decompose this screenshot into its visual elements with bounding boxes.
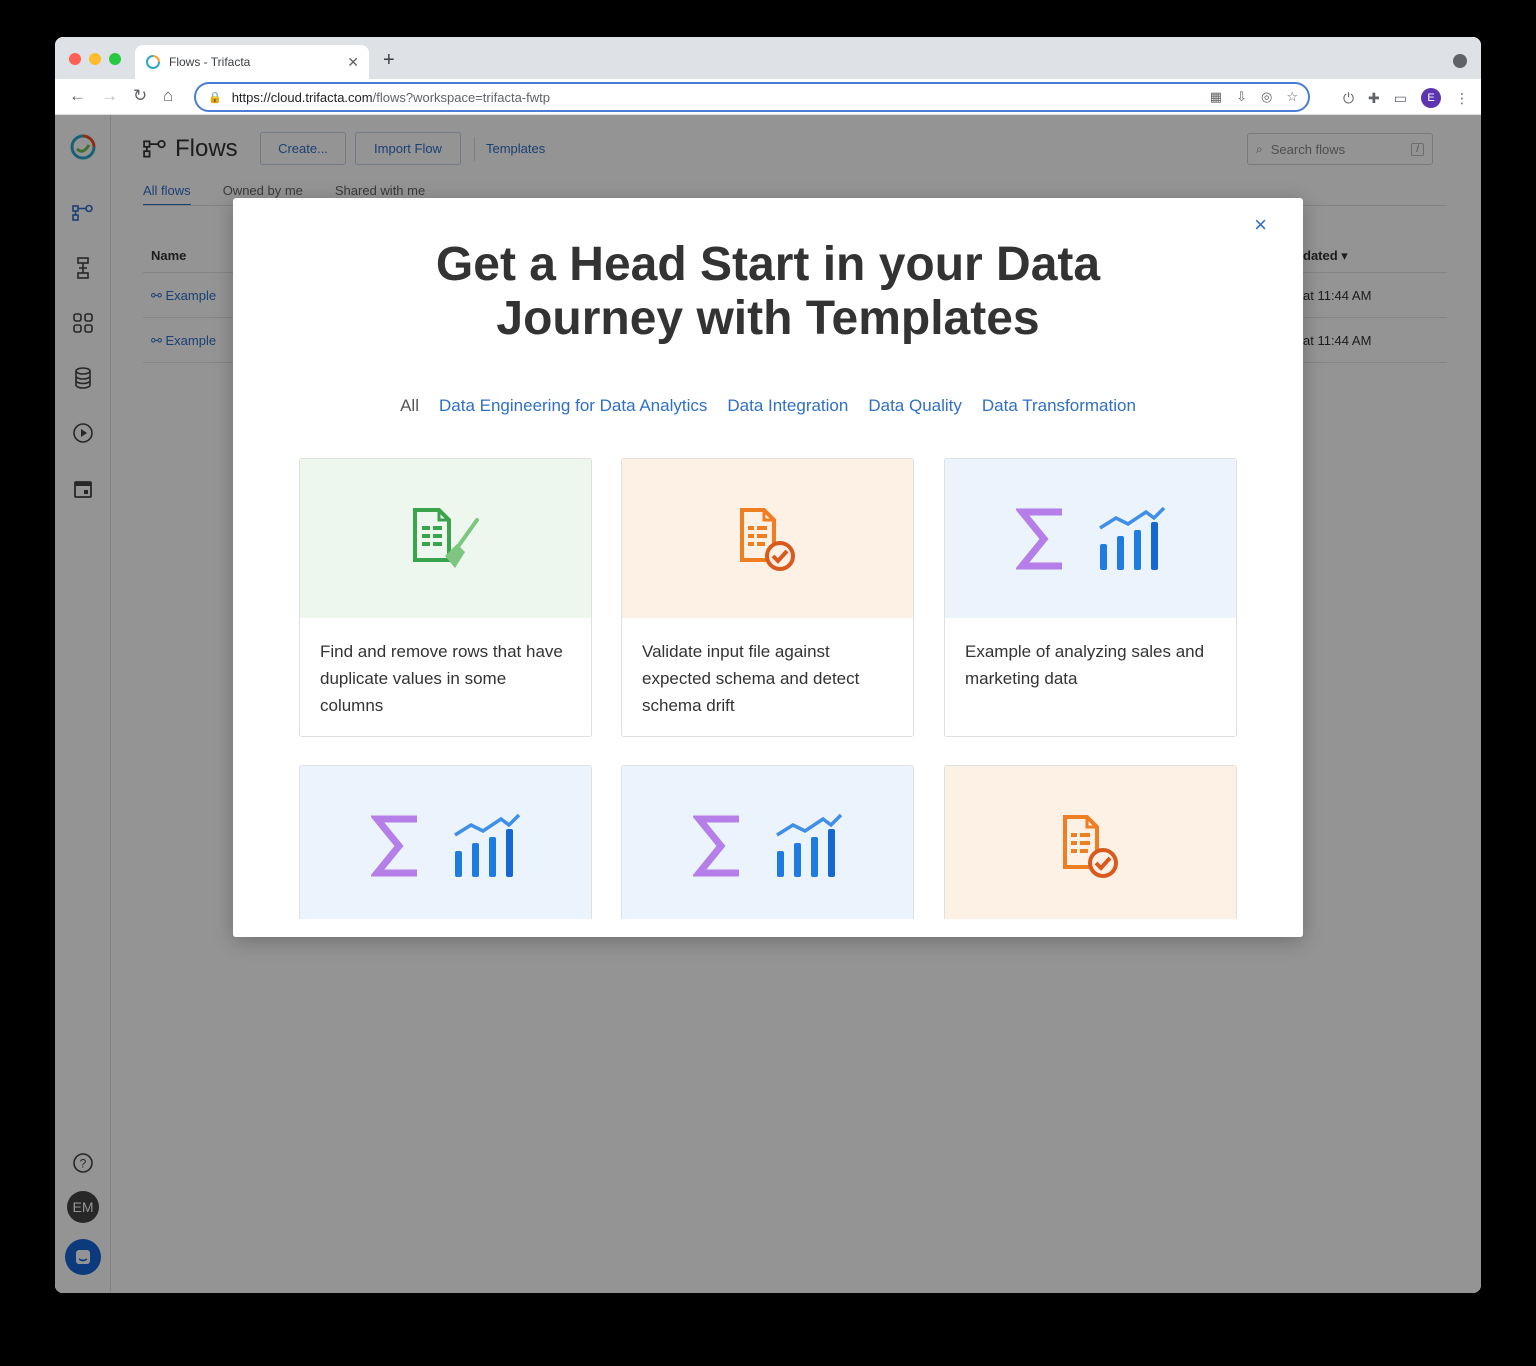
card-hero <box>300 459 591 618</box>
card-description: Find and remove rows that have duplicate… <box>320 642 563 715</box>
maximize-window-button[interactable] <box>109 53 121 65</box>
forward-icon[interactable]: → <box>101 86 118 106</box>
card-description: Example of analyzing sales and marketing… <box>965 642 1205 688</box>
template-card[interactable]: Validate input file against expected sch… <box>621 458 914 737</box>
minimize-window-button[interactable] <box>89 53 101 65</box>
sigma-icon <box>370 815 417 876</box>
document-broom-icon <box>412 507 479 568</box>
card-hero <box>945 766 1236 925</box>
home-icon[interactable]: ⌂ <box>163 86 173 106</box>
template-category-filters: All Data Engineering for Data Analytics … <box>233 396 1303 416</box>
cast-icon[interactable]: ▭ <box>1394 90 1407 107</box>
bar-chart-icon <box>453 813 520 877</box>
tab-strip: Flows - Trifacta ✕ + <box>55 37 1481 79</box>
template-card[interactable]: Example of analyzing sales and marketing… <box>944 458 1237 737</box>
trifacta-favicon-icon <box>146 55 160 69</box>
menu-kebab-icon[interactable]: ⋮ <box>1455 90 1469 107</box>
bar-chart-icon <box>1098 506 1165 570</box>
card-hero <box>300 766 591 925</box>
tab-close-icon[interactable]: ✕ <box>347 54 359 71</box>
browser-tab[interactable]: Flows - Trifacta ✕ <box>135 45 369 79</box>
filter-data-integration[interactable]: Data Integration <box>727 396 848 416</box>
document-check-icon <box>739 507 795 571</box>
modal-title: Get a Head Start in your Data Journey wi… <box>233 238 1303 346</box>
back-icon[interactable]: ← <box>69 86 86 106</box>
templates-modal: × Get a Head Start in your Data Journey … <box>233 198 1303 937</box>
template-card[interactable] <box>944 765 1237 937</box>
power-icon[interactable]: ⏻ <box>1343 90 1354 107</box>
tab-search-icon[interactable] <box>1453 54 1467 68</box>
card-hero <box>622 459 913 618</box>
profile-avatar[interactable]: E <box>1421 88 1441 108</box>
close-icon[interactable]: × <box>1254 212 1267 238</box>
address-bar[interactable]: 🔒 https://cloud.trifacta.com/flows?works… <box>194 82 1310 112</box>
modal-title-line-2: Journey with Templates <box>496 292 1040 345</box>
new-tab-button[interactable]: + <box>383 49 395 72</box>
tab-title: Flows - Trifacta <box>169 55 251 69</box>
bookmark-star-icon[interactable]: ☆ <box>1286 89 1298 105</box>
sigma-icon <box>692 815 739 876</box>
tracking-eye-icon[interactable]: ◎ <box>1261 89 1272 105</box>
template-card[interactable] <box>621 765 914 937</box>
bar-chart-icon <box>775 813 842 877</box>
card-hero <box>945 459 1236 618</box>
modal-bottom-padding <box>233 919 1303 937</box>
document-check-icon <box>1062 814 1118 878</box>
template-card[interactable]: Find and remove rows that have duplicate… <box>299 458 592 737</box>
card-hero <box>622 766 913 925</box>
install-icon[interactable]: ⇩ <box>1236 89 1247 105</box>
url-text: https://cloud.trifacta.com/flows?workspa… <box>231 89 550 105</box>
modal-title-line-1: Get a Head Start in your Data <box>435 238 1101 291</box>
filter-data-quality[interactable]: Data Quality <box>868 396 962 416</box>
page: ? EM Flows Create... Import Flow Templat… <box>55 115 1481 1293</box>
template-card[interactable] <box>299 765 592 937</box>
filter-data-transformation[interactable]: Data Transformation <box>982 396 1136 416</box>
browser-window: Flows - Trifacta ✕ + ← → ↻ ⌂ 🔒 https://c… <box>55 37 1481 1293</box>
filter-data-engineering[interactable]: Data Engineering for Data Analytics <box>439 396 707 416</box>
browser-toolbar: ← → ↻ ⌂ 🔒 https://cloud.trifacta.com/flo… <box>55 79 1481 115</box>
close-window-button[interactable] <box>69 53 81 65</box>
filter-all[interactable]: All <box>400 396 419 416</box>
lock-icon: 🔒 <box>208 91 222 104</box>
qr-code-icon[interactable]: ▦ <box>1210 89 1222 105</box>
sigma-icon <box>1015 508 1062 569</box>
card-description: Validate input file against expected sch… <box>642 642 860 715</box>
reload-icon[interactable]: ↻ <box>133 86 147 106</box>
extensions-puzzle-icon[interactable]: ✚ <box>1368 90 1380 107</box>
